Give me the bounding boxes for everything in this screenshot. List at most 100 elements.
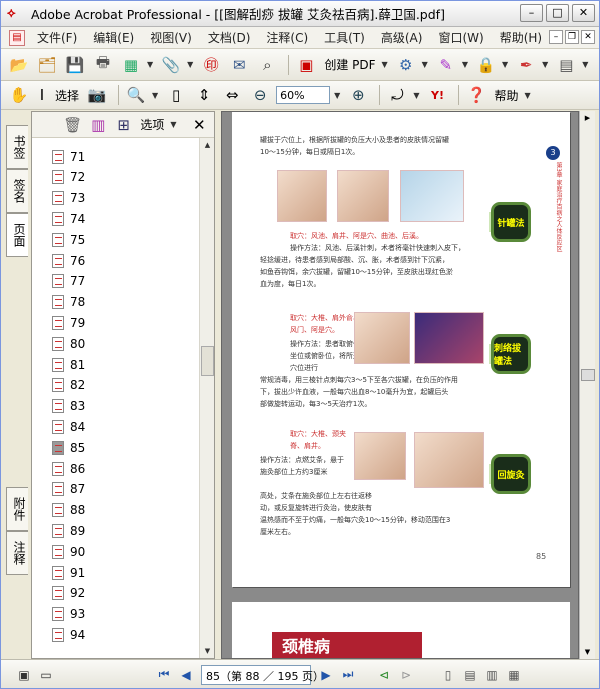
page-list-item[interactable]: 87 <box>52 479 85 500</box>
page-list-item[interactable]: 77 <box>52 271 85 292</box>
continuous-facing-layout-icon[interactable]: ▦ <box>503 665 525 685</box>
doc-restore-button[interactable]: ❐ <box>565 30 579 44</box>
organizer-icon[interactable]: 🗂 <box>35 54 59 76</box>
attach-dropdown-icon[interactable]: ▼ <box>187 60 193 69</box>
tab-bookmarks[interactable]: 书签 <box>6 125 28 169</box>
scroll-up-arrow-icon[interactable]: ▲ <box>201 138 214 152</box>
create-pdf-button[interactable]: 创建 PDF <box>324 56 375 73</box>
close-button[interactable]: ✕ <box>572 4 595 22</box>
previous-page-icon[interactable]: ◀ <box>175 665 197 685</box>
document-scrollbar[interactable]: ▶ ▼ <box>579 111 595 659</box>
stamp-icon[interactable]: ㊞ <box>199 54 223 76</box>
first-page-icon[interactable]: ⏮ <box>153 665 175 685</box>
page-list-item[interactable]: 80 <box>52 333 85 354</box>
zoom-dropdown-icon[interactable]: ▼ <box>334 91 340 100</box>
review-dropdown-icon[interactable]: ▼ <box>462 60 468 69</box>
menu-tools[interactable]: 工具(T) <box>316 29 373 46</box>
page-list-item[interactable]: 93 <box>52 604 85 625</box>
single-page-layout-icon[interactable]: ▯ <box>437 665 459 685</box>
maximize-button[interactable]: □ <box>546 4 569 22</box>
layer-icon[interactable]: ▭ <box>35 665 57 685</box>
menu-file[interactable]: 文件(F) <box>29 29 85 46</box>
menu-document[interactable]: 文档(D) <box>200 29 259 46</box>
doc-scrollbar-thumb[interactable] <box>581 369 595 381</box>
menu-edit[interactable]: 编辑(E) <box>85 29 142 46</box>
doc-close-button[interactable]: ✕ <box>581 30 595 44</box>
forms-icon[interactable]: ▤ <box>554 54 578 76</box>
attach-icon[interactable]: 📎 <box>159 54 183 76</box>
combine-dropdown-icon[interactable]: ▼ <box>422 60 428 69</box>
save-icon[interactable]: 💾 <box>63 54 87 76</box>
select-tool-button[interactable]: 选择 <box>55 87 79 104</box>
next-page-icon[interactable]: ▶ <box>315 665 337 685</box>
forms-dropdown-icon[interactable]: ▼ <box>582 60 588 69</box>
tab-signatures[interactable]: 签名 <box>6 169 28 213</box>
page-list-item[interactable]: 92 <box>52 583 85 604</box>
fit-width-icon[interactable]: ⇔ <box>220 84 244 106</box>
zoom-out-icon[interactable]: ⊖ <box>248 84 272 106</box>
menu-view[interactable]: 视图(V) <box>142 29 200 46</box>
previous-view-icon[interactable]: ⊲ <box>373 665 395 685</box>
email-icon[interactable]: ✉ <box>227 54 251 76</box>
minimize-button[interactable]: – <box>520 4 543 22</box>
sign-pen-icon[interactable]: ✒ <box>514 54 538 76</box>
page-list-item[interactable]: 91 <box>52 562 85 583</box>
search-binoculars-icon[interactable]: ⌕ <box>255 54 279 76</box>
page-list-item[interactable]: 84 <box>52 416 85 437</box>
create-pdf-icon[interactable]: ▣ <box>294 54 318 76</box>
page-list-item[interactable]: 94 <box>52 624 85 645</box>
page-list-item[interactable]: 75 <box>52 229 85 250</box>
insert-page-icon[interactable]: ⊞ <box>113 114 134 136</box>
zoom-tool-dropdown-icon[interactable]: ▼ <box>152 91 158 100</box>
page-list-item[interactable]: 83 <box>52 396 85 417</box>
help-dropdown-icon[interactable]: ▼ <box>525 91 531 100</box>
doc-scroll-up-arrow-icon[interactable]: ▶ <box>580 111 595 125</box>
select-cursor-icon[interactable]: I <box>35 84 49 106</box>
page-list-item[interactable]: 81 <box>52 354 85 375</box>
tab-comments[interactable]: 注释 <box>6 531 28 575</box>
last-page-icon[interactable]: ⏭ <box>337 665 359 685</box>
zoom-input[interactable] <box>276 86 331 104</box>
facing-layout-icon[interactable]: ▥ <box>481 665 503 685</box>
menu-advanced[interactable]: 高级(A) <box>373 29 431 46</box>
options-button[interactable]: 选项 <box>140 116 164 133</box>
continuous-layout-icon[interactable]: ▤ <box>459 665 481 685</box>
page-list-item[interactable]: 90 <box>52 541 85 562</box>
menu-help[interactable]: 帮助(H) <box>492 29 550 46</box>
page-list-item[interactable]: 76 <box>52 250 85 271</box>
help-icon[interactable]: ❓ <box>464 84 488 106</box>
combine-icon[interactable]: ⚙ <box>394 54 418 76</box>
sign-dropdown-icon[interactable]: ▼ <box>542 60 548 69</box>
scroll-down-arrow-icon[interactable]: ▼ <box>201 644 214 658</box>
secure-dropdown-icon[interactable]: ▼ <box>502 60 508 69</box>
next-view-icon[interactable]: ⊳ <box>395 665 417 685</box>
page-list-item[interactable]: 72 <box>52 167 85 188</box>
help-button[interactable]: 帮助 <box>494 87 518 104</box>
page-list-item[interactable]: 85 <box>52 437 85 458</box>
page-list-item[interactable]: 88 <box>52 500 85 521</box>
scrollbar-thumb[interactable] <box>201 346 214 376</box>
tab-pages[interactable]: 页面 <box>6 213 28 257</box>
page-size-icon[interactable]: ▣ <box>13 665 35 685</box>
options-dropdown-icon[interactable]: ▼ <box>170 120 176 129</box>
create-pdf-dropdown-icon[interactable]: ▼ <box>382 60 388 69</box>
share-dropdown-icon[interactable]: ▼ <box>147 60 153 69</box>
pages-panel-scrollbar[interactable]: ▲ ▼ <box>199 138 214 658</box>
page-thumbnails-icon[interactable]: ▥ <box>87 114 108 136</box>
page-list-item[interactable]: 71 <box>52 146 85 167</box>
page-list-item[interactable]: 86 <box>52 458 85 479</box>
zoom-in-icon[interactable]: ⊕ <box>346 84 370 106</box>
page-list-item[interactable]: 82 <box>52 375 85 396</box>
page-list-item[interactable]: 73 <box>52 188 85 209</box>
menu-window[interactable]: 窗口(W) <box>430 29 491 46</box>
page-list-item[interactable]: 74 <box>52 208 85 229</box>
delete-trash-icon[interactable]: 🗑 <box>62 114 83 136</box>
doc-minimize-button[interactable]: – <box>549 30 563 44</box>
actual-size-icon[interactable]: ▯ <box>164 84 188 106</box>
open-folder-icon[interactable]: 📂 <box>7 54 31 76</box>
rotate-page-icon[interactable]: ⤾ <box>385 84 409 106</box>
share-icon[interactable]: ▦ <box>119 54 143 76</box>
close-panel-icon[interactable]: ✕ <box>189 114 210 136</box>
page-number-field[interactable]: 85（第 88 ／ 195 页） <box>201 664 324 685</box>
fit-page-icon[interactable]: ⇕ <box>192 84 216 106</box>
